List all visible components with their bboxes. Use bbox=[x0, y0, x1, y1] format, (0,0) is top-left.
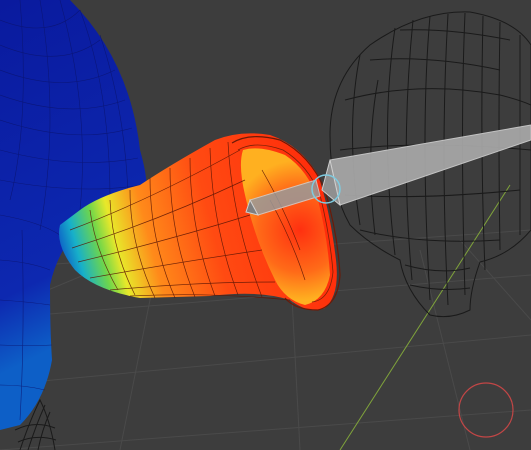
viewport-canvas[interactable] bbox=[0, 0, 531, 450]
y-axis-line bbox=[339, 184, 511, 450]
3d-cursor-icon[interactable] bbox=[458, 382, 514, 438]
3d-viewport[interactable] bbox=[0, 0, 531, 450]
